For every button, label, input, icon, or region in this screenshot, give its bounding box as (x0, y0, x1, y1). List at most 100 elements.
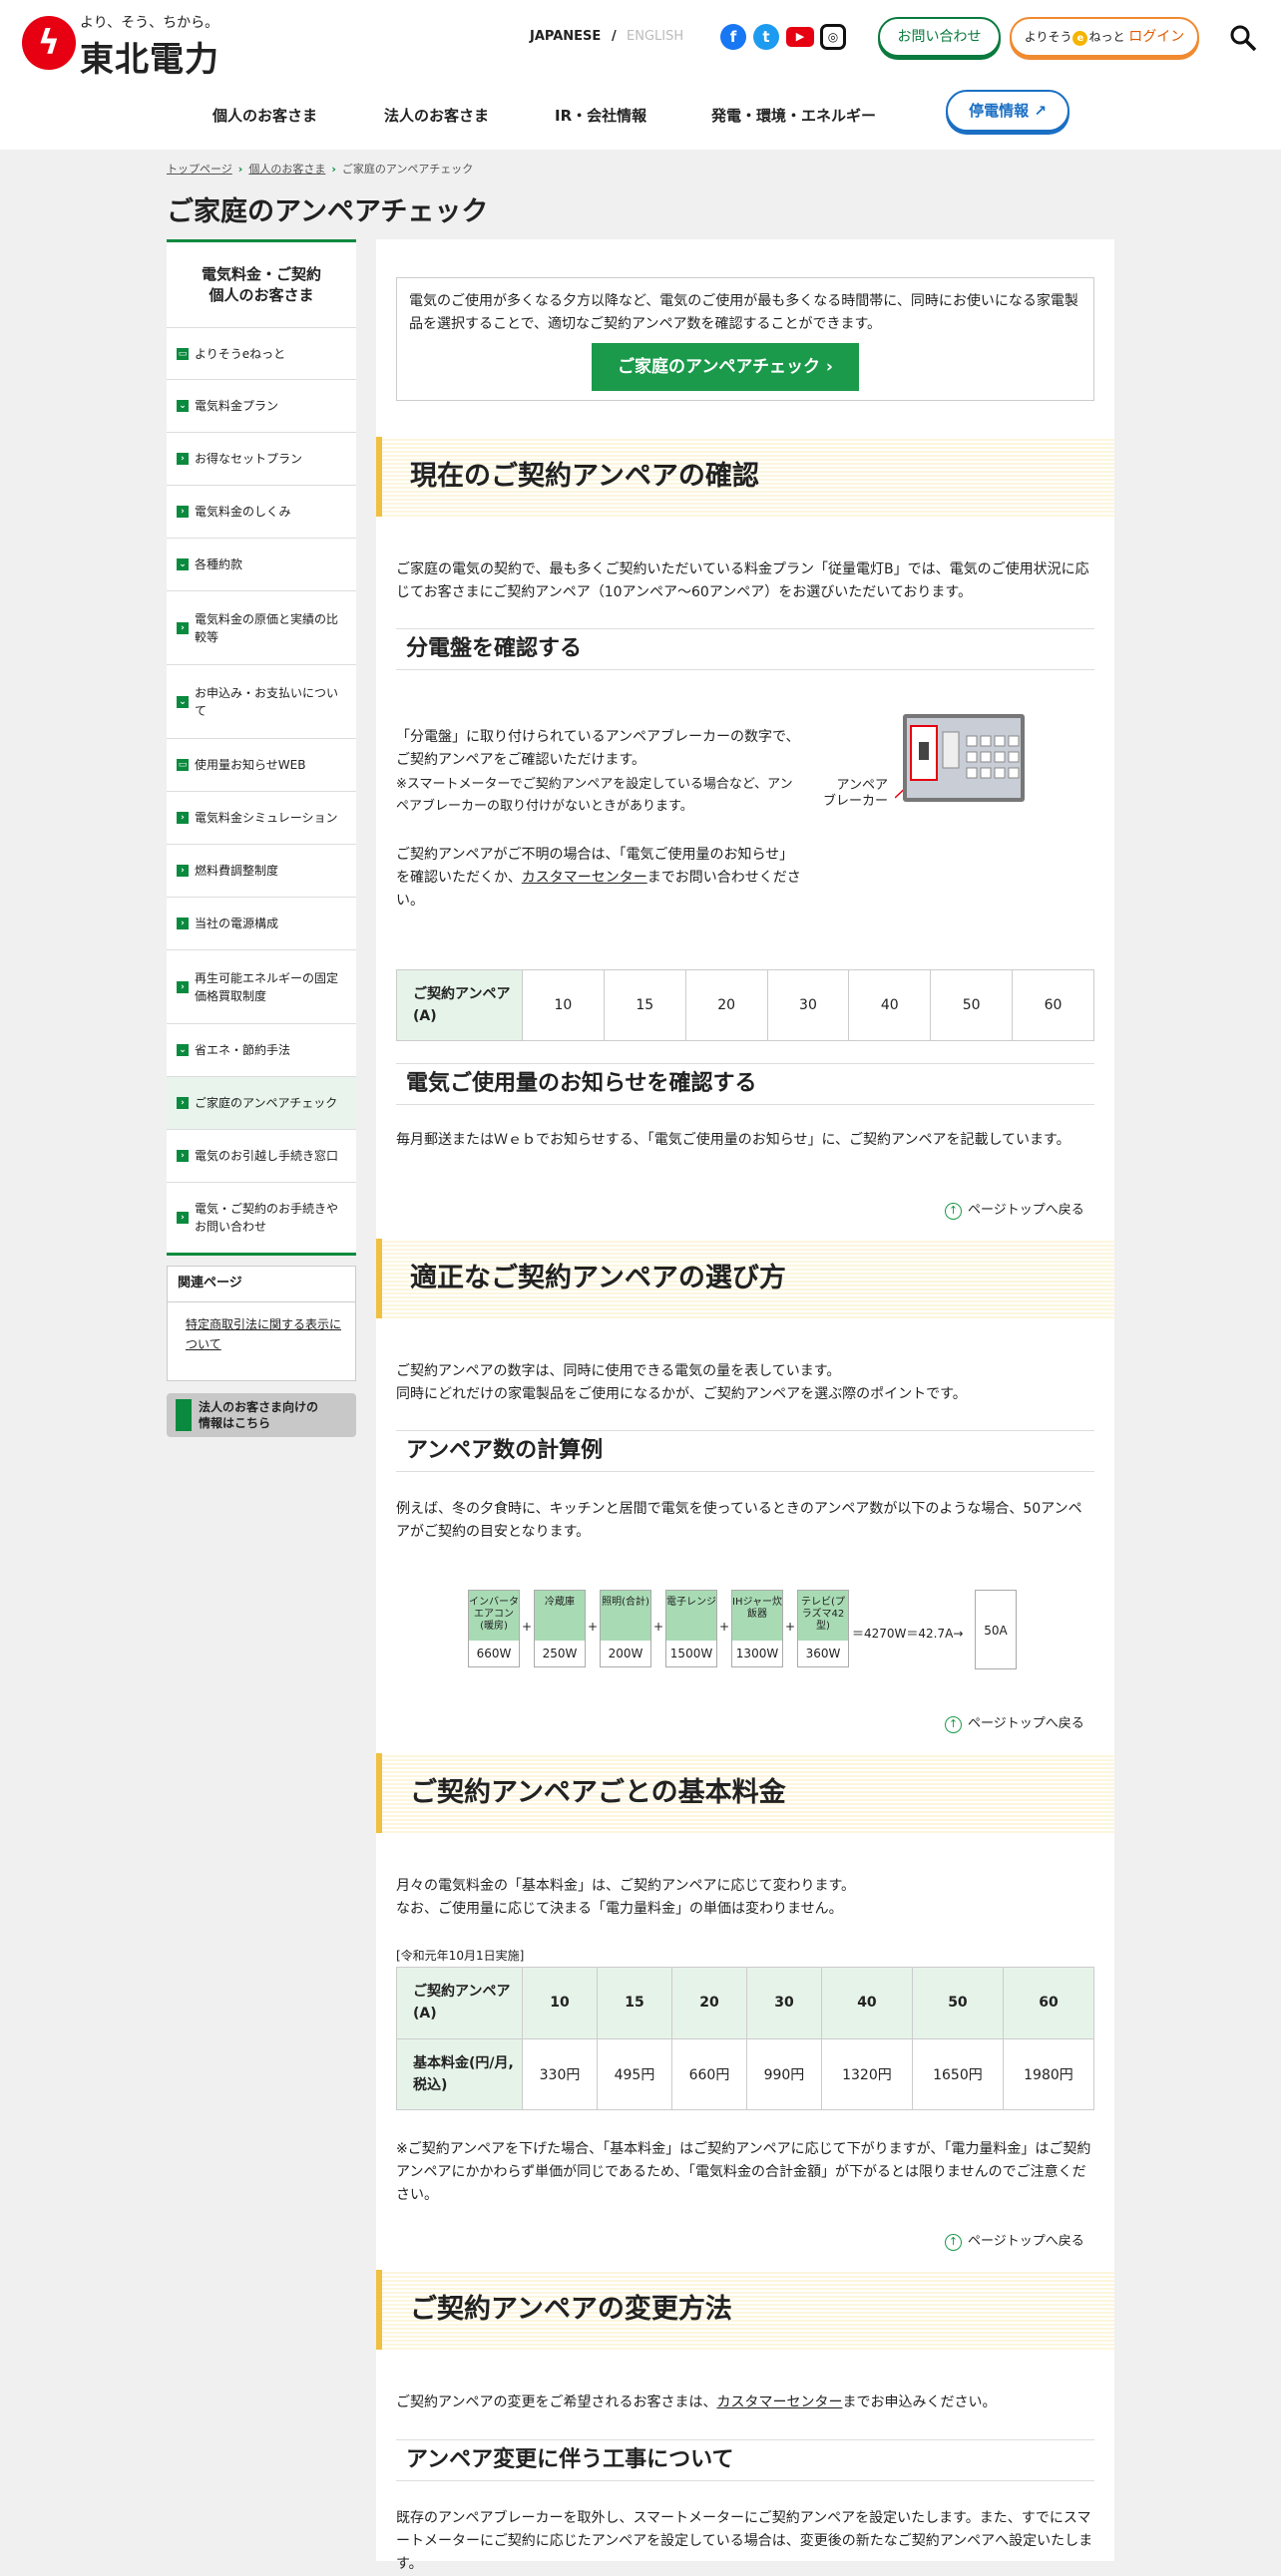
calc-item-tv: テレビ(プラズマ42型) 360W (797, 1590, 849, 1667)
sidebar-item-label: 電気・ご契約のお手続きやお問い合わせ (195, 1202, 339, 1234)
monitor-icon: ▭ (177, 347, 189, 360)
lang-separator: / (612, 29, 617, 44)
calc-item-label: IHジャー炊飯器 (732, 1591, 782, 1641)
calc-item-microwave: 電子レンジ 1500W (665, 1590, 717, 1667)
breadcrumb-personal[interactable]: 個人のお客さま (248, 163, 325, 176)
chevron-down-icon: ⌄ (177, 558, 189, 570)
logo[interactable]: ϟ より、そう、ちから。 東北電力 (22, 10, 231, 80)
sidebar-item-power-mix[interactable]: › 当社の電源構成 (167, 897, 356, 949)
table-cell: 15 (596, 1967, 672, 2039)
page-top-link[interactable]: ↑ ページトップへ戻る (945, 2230, 1084, 2251)
login-prefix: よりそう (1024, 30, 1072, 44)
chevron-right-icon: › (177, 812, 189, 824)
business-info-banner[interactable]: 法人のお客さま向けの 情報はこちら (167, 1393, 356, 1437)
instagram-icon[interactable]: ◎ (820, 24, 846, 50)
nav-business[interactable]: 法人のお客さま (384, 105, 489, 126)
sidebar-item-ampere-check[interactable]: › ご家庭のアンペアチェック (167, 1076, 356, 1129)
sidebar-item-terms[interactable]: ⌄ 各種約款 (167, 538, 356, 590)
calc-item-lighting: 照明(合計) 200W (600, 1590, 651, 1667)
calc-item-value: 360W (805, 1647, 841, 1660)
sidebar-item-fuel-adjustment[interactable]: › 燃料費調整制度 (167, 844, 356, 897)
calc-example-paragraph: 例えば、冬の夕食時に、キッチンと居間で電気を使っているときのアンペア数が以下のよ… (396, 1501, 1082, 1540)
breaker-label-line1: アンペア (836, 778, 889, 793)
chevron-right-icon: › (177, 918, 189, 929)
chevron-right-icon: › (237, 163, 243, 176)
twitter-icon[interactable]: t (753, 24, 779, 50)
sec1-contact-paragraph: ご契約アンペアがご不明の場合は、「電気ご使用量のお知らせ」を確認いただくか、カス… (396, 844, 805, 913)
sec4-paragraph: ご契約アンペアの変更をご希望されるお客さまは、カスタマーセンターまでお申込みくだ… (396, 2392, 1094, 2414)
breaker-label: アンペア ブレーカー (823, 778, 888, 810)
monitor-icon: ▭ (177, 759, 189, 771)
sidebar-item-energy-saving[interactable]: ⌄ 省エネ・節約手法 (167, 1023, 356, 1076)
sidebar-item-procedures[interactable]: › 電気・ご契約のお手続きやお問い合わせ (167, 1182, 356, 1256)
basic-fee-note: ※ご契約アンペアを下げた場合、「基本料金」はご契約アンペアに応じて下がりますが、… (396, 2141, 1091, 2203)
nav-personal[interactable]: 個人のお客さま (213, 105, 317, 126)
youtube-icon[interactable]: ▶ (786, 27, 814, 47)
plus-icon: + (785, 1620, 796, 1634)
sidebar-item-feed-in-tariff[interactable]: › 再生可能エネルギーの固定価格買取制度 (167, 949, 356, 1023)
section-heading-basic-fee: ご契約アンペアごとの基本料金 (376, 1753, 1114, 1833)
chevron-right-icon: › (331, 163, 336, 176)
page-top-link[interactable]: ↑ ページトップへ戻る (945, 1199, 1084, 1220)
calc-item-label: 冷蔵庫 (535, 1591, 585, 1641)
login-word: ログイン (1128, 29, 1185, 45)
external-link-icon: ↗ (1034, 102, 1047, 120)
table-cell: 495円 (596, 2037, 672, 2110)
nav-energy[interactable]: 発電・環境・エネルギー (711, 105, 876, 126)
nav-ir[interactable]: IR・会社情報 (555, 105, 646, 126)
outage-label: 停電情報 (969, 102, 1030, 120)
sec2-paragraph-a: ご契約アンペアの数字は、同時に使用できる電気の量を表しています。 (396, 1363, 841, 1379)
basic-fee-table: ご契約アンペア(A) 10 15 20 30 40 50 60 基本料金(円/月… (396, 1967, 1095, 2110)
search-icon[interactable] (1229, 24, 1257, 52)
table-header: 基本料金(円/月,税込) (396, 2037, 523, 2110)
lang-japanese[interactable]: JAPANESE (530, 29, 601, 44)
business-banner-line1: 法人のお客さま向けの (199, 1400, 319, 1414)
calc-item-value: 250W (542, 1647, 578, 1660)
sidebar-item-set-plans[interactable]: › お得なセットプラン (167, 432, 356, 485)
sidebar-item-plans[interactable]: ⌄ 電気料金プラン (167, 379, 356, 432)
subheading-panel: 分電盤を確認する (396, 628, 1094, 670)
sidebar-item-label: 電気のお引越し手続き窓口 (195, 1149, 339, 1163)
related-pages: 関連ページ 特定商取引法に関する表示について (167, 1266, 356, 1381)
sidebar-heading-line1: 電気料金・ご契約 (201, 265, 321, 283)
lang-english[interactable]: ENGLISH (627, 29, 683, 44)
sidebar-item-usage-web[interactable]: ▭ 使用量お知らせWEB (167, 738, 356, 791)
sec3-paragraph-b: なお、ご使用量に応じて決まる「電力量料金」の単価は変わりません。 (396, 1901, 843, 1917)
table-cell: 50 (911, 1967, 1004, 2039)
section-heading-choose: 適正なご契約アンペアの選び方 (376, 1239, 1114, 1318)
login-suffix: ねっと (1088, 30, 1125, 44)
chevron-right-icon: › (177, 1150, 189, 1162)
effective-date: [令和元年10月1日実施] (396, 1949, 525, 1963)
arrow-up-icon: ↑ (945, 1203, 962, 1220)
plus-icon: + (588, 1620, 599, 1634)
sidebar-item-cost-comparison[interactable]: › 電気料金の原価と実績の比較等 (167, 590, 356, 664)
table-cell: 30 (766, 969, 850, 1041)
sidebar-item-pricing[interactable]: › 電気料金のしくみ (167, 485, 356, 538)
outage-info-button[interactable]: 停電情報 ↗ (946, 90, 1069, 132)
sidebar-item-label: 電気料金のしくみ (195, 505, 291, 519)
contact-button[interactable]: お問い合わせ (878, 17, 1001, 57)
customer-center-link[interactable]: カスタマーセンター (716, 2394, 842, 2410)
sidebar-item-simulation[interactable]: › 電気料金シミュレーション (167, 791, 356, 844)
calc-item-label: 照明(合計) (601, 1591, 650, 1641)
chevron-down-icon: ⌄ (177, 400, 189, 412)
sidebar-item-label: 使用量お知らせWEB (195, 758, 306, 772)
sidebar-item-yorisou-enet[interactable]: ▭ よりそうeねっと (167, 327, 356, 379)
page-title: ご家庭のアンペアチェック (167, 196, 489, 227)
login-button[interactable]: よりそう e ねっと ログイン (1010, 17, 1199, 57)
sidebar-item-moving[interactable]: › 電気のお引越し手続き窓口 (167, 1129, 356, 1182)
table-cell: 60 (1012, 969, 1094, 1041)
sidebar-item-application-payment[interactable]: ⌄ お申込み・お支払いについて (167, 664, 356, 738)
sec1-paragraph: ご家庭の電気の契約で、最も多くご契約いただいている料金プラン「従量電灯B」では、… (396, 561, 1089, 600)
sidebar-item-label: 電気料金プラン (195, 399, 279, 413)
facebook-icon[interactable]: f (720, 24, 746, 50)
breadcrumb-top[interactable]: トップページ (167, 163, 232, 176)
sidebar-item-label: 当社の電源構成 (195, 917, 279, 930)
table-cell: 60 (1002, 1967, 1095, 2039)
page-top-link[interactable]: ↑ ページトップへ戻る (945, 1712, 1084, 1733)
customer-center-link[interactable]: カスタマーセンター (522, 870, 647, 886)
related-link-commerce-law[interactable]: 特定商取引法に関する表示について (168, 1302, 355, 1380)
sec2-paragraph-b: 同時にどれだけの家電製品をご使用になるかが、ご契約アンペアを選ぶ際のポイントです… (396, 1386, 967, 1402)
ampere-check-button[interactable]: ご家庭のアンペアチェック › (592, 343, 859, 391)
sidebar-item-label: 省エネ・節約手法 (195, 1043, 291, 1057)
